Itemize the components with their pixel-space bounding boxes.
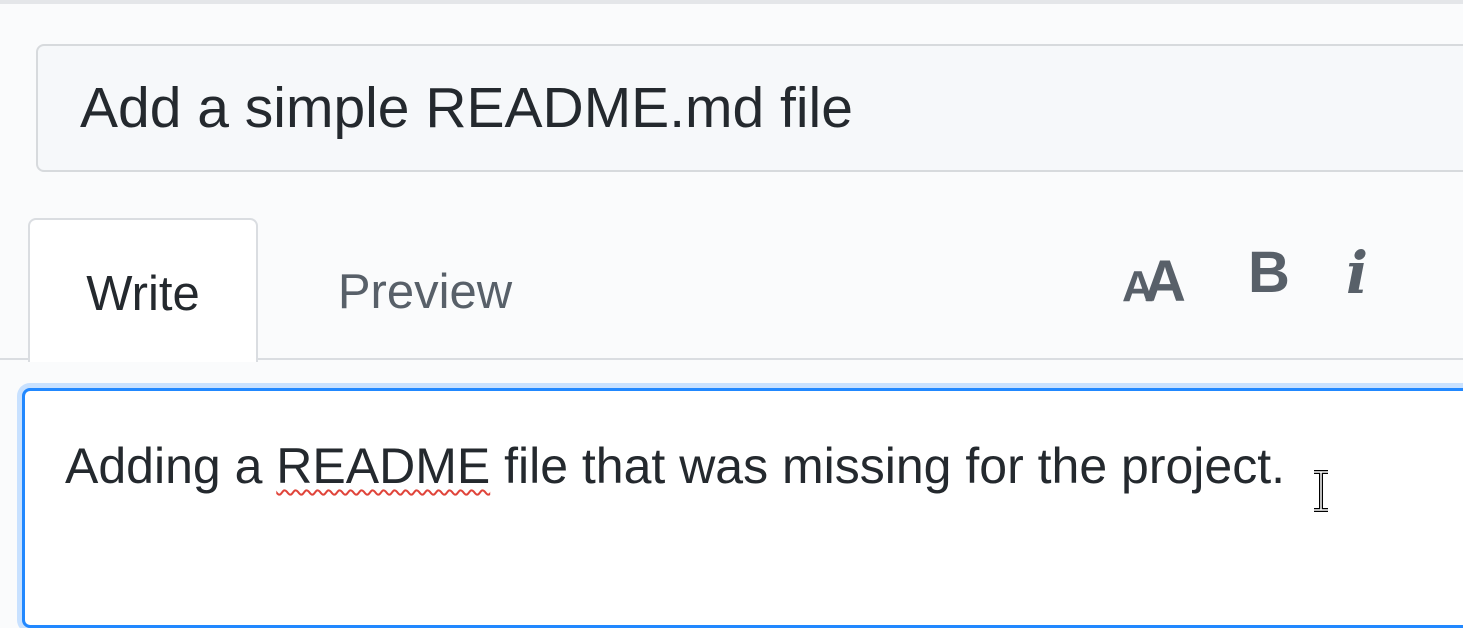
editor-tabs: Write Preview	[0, 218, 1463, 362]
misspelled-word: README	[276, 438, 491, 494]
heading-icon-large: A	[1144, 249, 1186, 314]
tab-preview[interactable]: Preview	[290, 218, 560, 358]
comment-text-start: Adding a	[65, 438, 277, 494]
text-cursor-icon	[1314, 470, 1328, 512]
bold-button[interactable]: B	[1248, 240, 1298, 310]
comment-body-text: Adding a README file that was missing fo…	[65, 437, 1285, 495]
comment-textarea[interactable]: Adding a README file that was missing fo…	[22, 388, 1463, 628]
tab-write[interactable]: Write	[28, 218, 258, 362]
heading-button[interactable]: A A	[1122, 240, 1202, 314]
italic-button[interactable]: i	[1346, 240, 1386, 310]
comment-text-end: file that was missing for the project.	[490, 438, 1285, 494]
title-input[interactable]	[36, 44, 1463, 172]
top-divider	[0, 0, 1463, 4]
